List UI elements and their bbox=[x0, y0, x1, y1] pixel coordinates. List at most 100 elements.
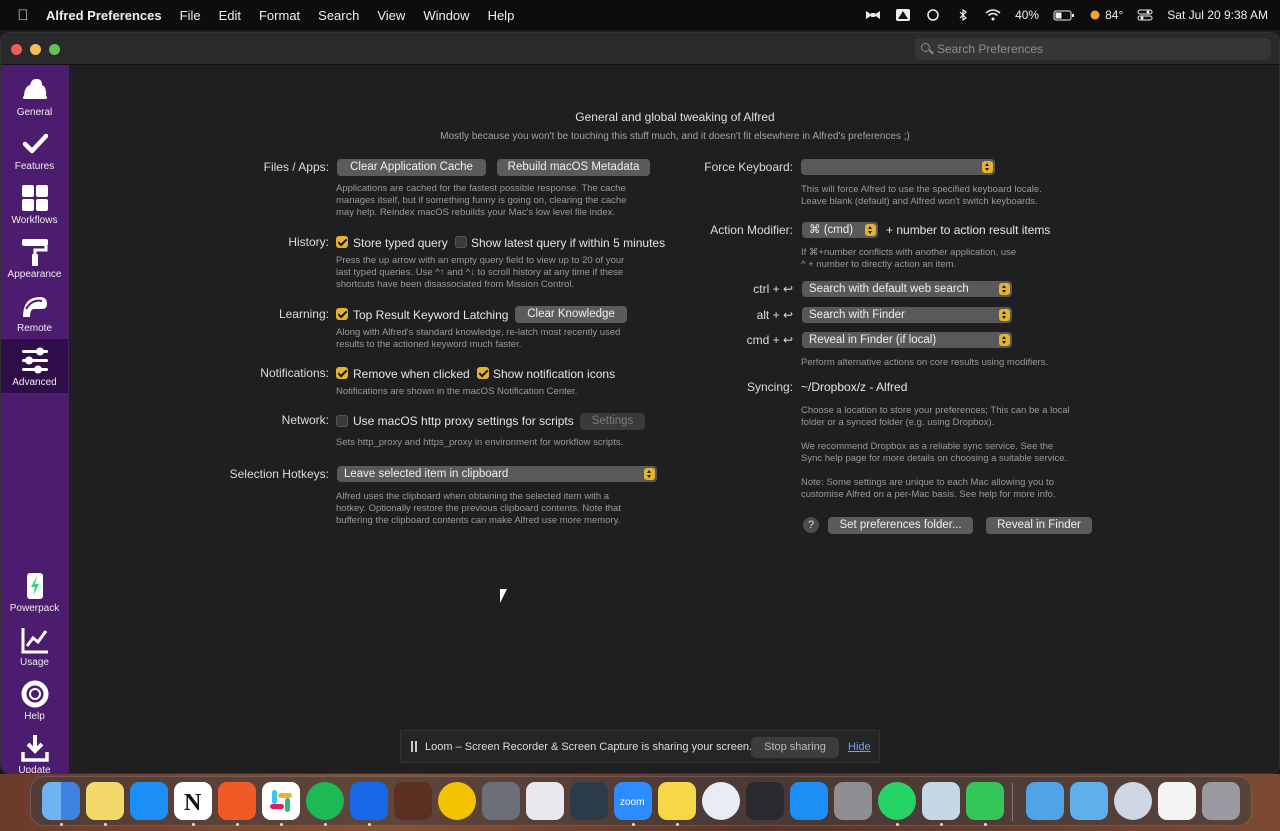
store-typed-query-checkbox[interactable] bbox=[336, 236, 348, 248]
force-keyboard-popup[interactable] bbox=[801, 159, 995, 175]
keyword-latching-label[interactable]: Top Result Keyword Latching bbox=[353, 308, 508, 322]
set-preferences-folder-button[interactable]: Set preferences folder... bbox=[828, 517, 973, 534]
1password-icon[interactable] bbox=[702, 782, 740, 820]
rebuild-macos-metadata-button[interactable]: Rebuild macOS Metadata bbox=[497, 159, 650, 176]
cmd-return-action-popup[interactable]: Reveal in Finder (if local) bbox=[802, 332, 1012, 348]
document-icon[interactable] bbox=[1158, 782, 1196, 820]
show-notification-icons-label[interactable]: Show notification icons bbox=[493, 367, 615, 381]
menubar-status-area: 40% 84° Sat Jul 20 9:38 AM bbox=[865, 0, 1268, 30]
clear-application-cache-button[interactable]: Clear Application Cache bbox=[337, 159, 486, 176]
spotify-icon[interactable] bbox=[306, 782, 344, 820]
system-settings-icon[interactable] bbox=[834, 782, 872, 820]
minimize-window-button[interactable] bbox=[30, 44, 41, 55]
menu-window[interactable]: Window bbox=[414, 8, 478, 23]
weather-sun-icon[interactable] bbox=[1089, 9, 1101, 21]
sidebar-item-general[interactable]: General bbox=[1, 69, 68, 123]
apple-menu-icon[interactable]:  bbox=[0, 7, 46, 24]
tasks-icon[interactable] bbox=[350, 782, 388, 820]
hide-banner-link[interactable]: Hide bbox=[848, 741, 871, 753]
remove-when-clicked-checkbox[interactable] bbox=[336, 367, 348, 379]
menu-edit[interactable]: Edit bbox=[210, 8, 250, 23]
proxy-settings-label[interactable]: Use macOS http proxy settings for script… bbox=[353, 414, 574, 428]
action-modifier-popup[interactable]: ⌘ (cmd) bbox=[802, 222, 878, 238]
remove-when-clicked-label[interactable]: Remove when clicked bbox=[353, 367, 470, 381]
title-bar: Search Preferences bbox=[1, 33, 1279, 65]
testflight-icon[interactable] bbox=[130, 782, 168, 820]
menu-format[interactable]: Format bbox=[250, 8, 309, 23]
pinwheel-icon[interactable] bbox=[526, 782, 564, 820]
monitor-icon[interactable] bbox=[746, 782, 784, 820]
bluetooth-icon[interactable] bbox=[955, 8, 971, 22]
keyword-latching-checkbox[interactable] bbox=[336, 308, 348, 320]
clock[interactable]: Sat Jul 20 9:38 AM bbox=[1167, 8, 1268, 22]
bowtie-icon[interactable] bbox=[865, 9, 881, 21]
folder-icon[interactable] bbox=[1026, 782, 1064, 820]
network-settings-button[interactable]: Settings bbox=[580, 413, 645, 430]
show-notification-icons-checkbox[interactable] bbox=[477, 367, 489, 379]
battery-icon[interactable] bbox=[1053, 9, 1075, 21]
notion-icon[interactable]: N bbox=[174, 782, 212, 820]
sync-help-button[interactable]: ? bbox=[803, 517, 819, 533]
popup-stepper-icon bbox=[999, 309, 1010, 321]
menu-search[interactable]: Search bbox=[309, 8, 368, 23]
notes-icon[interactable] bbox=[86, 782, 124, 820]
slack-icon[interactable] bbox=[262, 782, 300, 820]
show-latest-query-label[interactable]: Show latest query if within 5 minutes bbox=[471, 236, 665, 250]
sidebar-item-label: Help bbox=[24, 711, 45, 722]
preview-icon[interactable] bbox=[922, 782, 960, 820]
popup-stepper-icon bbox=[982, 161, 993, 173]
finder-icon[interactable] bbox=[42, 782, 80, 820]
zoom-window-button[interactable] bbox=[49, 44, 60, 55]
sidebar-item-usage[interactable]: Usage bbox=[1, 619, 68, 673]
alt-return-action-popup[interactable]: Search with Finder bbox=[802, 307, 1012, 323]
robot-icon[interactable] bbox=[482, 782, 520, 820]
loom-screen-sharing-banner: Loom – Screen Recorder & Screen Capture … bbox=[400, 730, 880, 763]
sidebar-item-powerpack[interactable]: Powerpack bbox=[1, 565, 68, 619]
menu-app-name[interactable]: Alfred Preferences bbox=[46, 8, 171, 23]
downloads-icon[interactable] bbox=[1070, 782, 1108, 820]
pause-icon[interactable] bbox=[411, 741, 417, 752]
brave-icon[interactable] bbox=[218, 782, 256, 820]
zoom-icon[interactable]: zoom bbox=[614, 782, 652, 820]
stop-sharing-button[interactable]: Stop sharing bbox=[751, 737, 839, 758]
sidebar-item-appearance[interactable]: Appearance bbox=[1, 231, 68, 285]
menu-file[interactable]: File bbox=[171, 8, 210, 23]
history-label: History: bbox=[288, 235, 329, 249]
store-typed-query-label[interactable]: Store typed query bbox=[353, 236, 448, 250]
app-store-icon[interactable] bbox=[790, 782, 828, 820]
cmd-return-label: cmd + ↩ bbox=[746, 333, 793, 347]
warning-triangle-icon[interactable] bbox=[895, 9, 911, 21]
shield-icon[interactable] bbox=[925, 9, 941, 21]
sidebar-item-features[interactable]: Features bbox=[1, 123, 68, 177]
1password-mini-icon[interactable] bbox=[1114, 782, 1152, 820]
whatsapp-icon[interactable] bbox=[878, 782, 916, 820]
selection-hotkeys-popup[interactable]: Leave selected item in clipboard bbox=[337, 466, 657, 482]
sidebar-item-help[interactable]: Help bbox=[1, 673, 68, 727]
page-title: General and global tweaking of Alfred bbox=[575, 110, 775, 124]
trash-icon[interactable] bbox=[1202, 782, 1240, 820]
sidebar-item-update[interactable]: Update bbox=[1, 727, 68, 773]
proxy-settings-checkbox[interactable] bbox=[336, 415, 348, 427]
mouse-cursor bbox=[500, 589, 507, 603]
clear-knowledge-button[interactable]: Clear Knowledge bbox=[515, 306, 627, 323]
show-latest-query-checkbox[interactable] bbox=[455, 236, 467, 248]
sidebar-item-remote[interactable]: Remote bbox=[1, 285, 68, 339]
claquette-icon[interactable] bbox=[570, 782, 608, 820]
weather-temp[interactable]: 84° bbox=[1105, 8, 1123, 22]
wifi-icon[interactable] bbox=[985, 9, 1001, 21]
battery-percent: 40% bbox=[1015, 8, 1040, 22]
control-center-icon[interactable] bbox=[1137, 9, 1153, 21]
close-window-button[interactable] bbox=[11, 44, 22, 55]
search-preferences-input[interactable]: Search Preferences bbox=[915, 38, 1271, 60]
notes2-icon[interactable] bbox=[658, 782, 696, 820]
reveal-in-finder-button[interactable]: Reveal in Finder bbox=[986, 517, 1092, 534]
notifications-description: Notifications are shown in the macOS Not… bbox=[336, 386, 578, 397]
radiation-icon[interactable] bbox=[438, 782, 476, 820]
sidebar-item-workflows[interactable]: Workflows bbox=[1, 177, 68, 231]
menu-view[interactable]: View bbox=[368, 8, 414, 23]
sidebar-item-advanced[interactable]: Advanced bbox=[1, 339, 68, 393]
camera-icon[interactable] bbox=[394, 782, 432, 820]
menu-help[interactable]: Help bbox=[479, 8, 524, 23]
messages-icon[interactable] bbox=[966, 782, 1004, 820]
ctrl-return-action-popup[interactable]: Search with default web search bbox=[802, 281, 1012, 297]
